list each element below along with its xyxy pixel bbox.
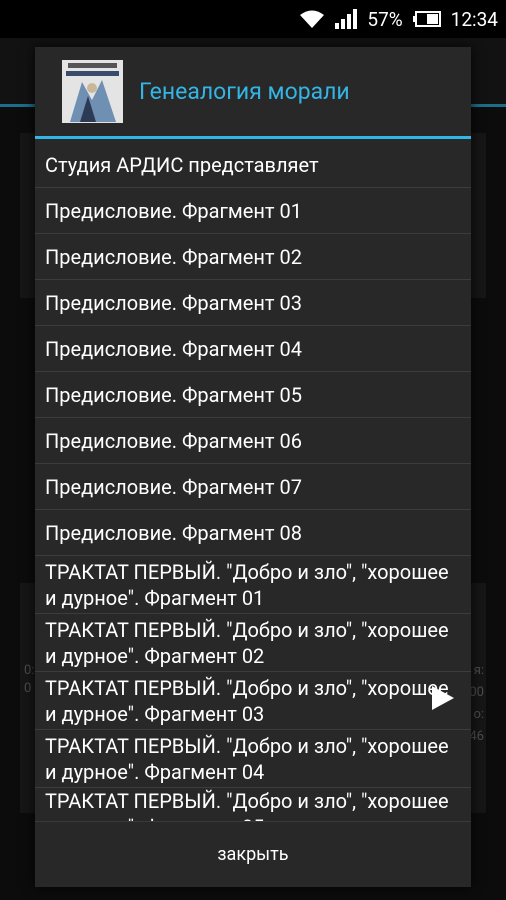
signal-icon <box>335 9 358 29</box>
list-item-label: Предисловие. Фрагмент 06 <box>45 428 302 453</box>
dialog-header: Генеалогия морали <box>35 47 471 139</box>
chapter-dialog: Генеалогия морали Студия АРДИС представл… <box>35 47 471 887</box>
list-item[interactable]: Предисловие. Фрагмент 06 <box>35 418 471 464</box>
chapter-list[interactable]: Студия АРДИС представляет Предисловие. Ф… <box>35 142 471 822</box>
list-item-label: Предисловие. Фрагмент 08 <box>45 520 302 545</box>
background-text: я: <box>473 663 484 678</box>
list-item[interactable]: ТРАКТАТ ПЕРВЫЙ. "Добро и зло", "хорошее … <box>35 614 471 672</box>
background-text: 0 <box>24 681 32 696</box>
list-item[interactable]: ТРАКТАТ ПЕРВЫЙ. "Добро и зло", "хорошее … <box>35 556 471 614</box>
list-item-label: Предисловие. Фрагмент 05 <box>45 382 302 407</box>
list-item[interactable]: Предисловие. Фрагмент 01 <box>35 188 471 234</box>
list-item-label: ТРАКТАТ ПЕРВЫЙ. "Добро и зло", "хорошее … <box>45 789 449 822</box>
close-button[interactable]: закрыть <box>35 821 471 887</box>
battery-icon <box>412 11 441 27</box>
list-item-label: ТРАКТАТ ПЕРВЫЙ. "Добро и зло", "хорошее … <box>45 617 449 668</box>
background-left-text: 0: 0 <box>24 662 34 698</box>
clock: 12:34 <box>450 7 498 31</box>
list-item-label: Предисловие. Фрагмент 04 <box>45 336 302 361</box>
wifi-icon <box>299 9 325 29</box>
list-item[interactable]: ТРАКТАТ ПЕРВЫЙ. "Добро и зло", "хорошее … <box>35 730 471 788</box>
list-item[interactable]: ТРАКТАТ ПЕРВЫЙ. "Добро и зло", "хорошее … <box>35 788 471 822</box>
close-button-label: закрыть <box>217 844 289 865</box>
background-text: 46 <box>469 729 484 744</box>
list-item-label: ТРАКТАТ ПЕРВЫЙ. "Добро и зло", "хорошее … <box>45 675 449 726</box>
book-cover-image <box>62 60 123 123</box>
background-text: о: <box>473 707 484 722</box>
list-item[interactable]: Студия АРДИС представляет <box>35 142 471 188</box>
background-text: 00 <box>469 685 484 700</box>
list-item-label: Предисловие. Фрагмент 03 <box>45 290 302 315</box>
list-item-label: Студия АРДИС представляет <box>45 152 319 177</box>
list-item-label: Предисловие. Фрагмент 07 <box>45 474 302 499</box>
list-item[interactable]: Предисловие. Фрагмент 05 <box>35 372 471 418</box>
list-item-label: ТРАКТАТ ПЕРВЫЙ. "Добро и зло", "хорошее … <box>45 559 449 610</box>
status-bar: 57% 12:34 <box>0 0 506 38</box>
list-item-label: Предисловие. Фрагмент 01 <box>45 198 302 223</box>
list-item[interactable]: Предисловие. Фрагмент 08 <box>35 510 471 556</box>
list-item[interactable]: Предисловие. Фрагмент 02 <box>35 234 471 280</box>
list-item[interactable]: Предисловие. Фрагмент 07 <box>35 464 471 510</box>
play-icon[interactable] <box>428 684 456 712</box>
background-text: 0: <box>24 663 35 678</box>
dialog-title: Генеалогия морали <box>139 78 350 105</box>
battery-percent: 57% <box>367 7 403 31</box>
list-item[interactable]: Предисловие. Фрагмент 03 <box>35 280 471 326</box>
list-item[interactable]: ТРАКТАТ ПЕРВЫЙ. "Добро и зло", "хорошее … <box>35 672 471 730</box>
list-item[interactable]: Предисловие. Фрагмент 04 <box>35 326 471 372</box>
list-item-label: Предисловие. Фрагмент 02 <box>45 244 302 269</box>
background-right-text: я: 00 о: 46 <box>469 660 484 748</box>
list-item-label: ТРАКТАТ ПЕРВЫЙ. "Добро и зло", "хорошее … <box>45 733 449 784</box>
